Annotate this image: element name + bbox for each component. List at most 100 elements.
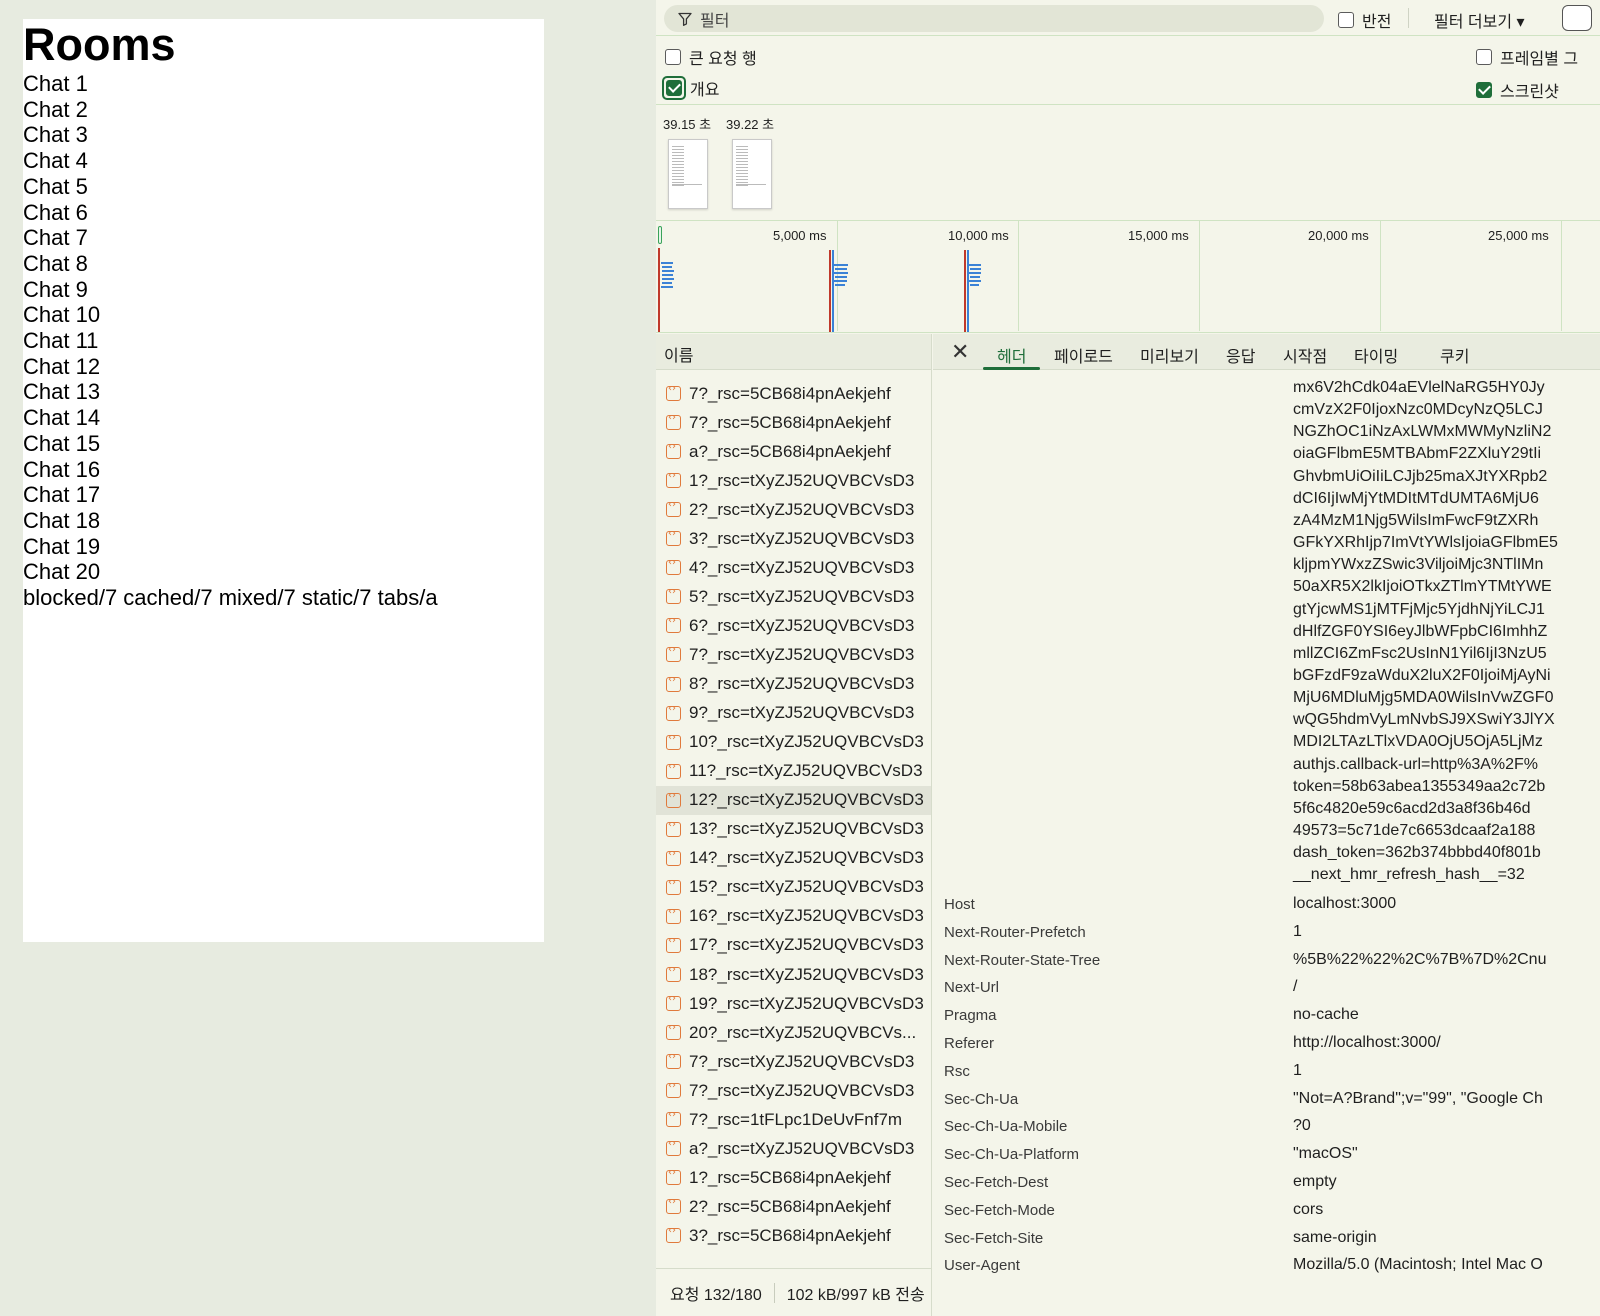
header-value: empty bbox=[1293, 1173, 1337, 1190]
request-row[interactable]: 2?_rsc=tXyZJ52UQVBCVsD3 bbox=[656, 495, 931, 524]
request-name: 1?_rsc=5CB68i4pnAekjehf bbox=[689, 1167, 891, 1187]
chat-link[interactable]: Chat 3 bbox=[23, 122, 544, 148]
chat-link[interactable]: Chat 19 bbox=[23, 534, 544, 560]
request-name: 9?_rsc=tXyZJ52UQVBCVsD3 bbox=[689, 703, 915, 723]
request-row[interactable]: 7?_rsc=5CB68i4pnAekjehf bbox=[656, 408, 931, 437]
request-row[interactable]: 7?_rsc=tXyZJ52UQVBCVsD3 bbox=[656, 1076, 931, 1105]
header-name: Next-Url bbox=[944, 979, 999, 997]
large-rows-checkbox[interactable] bbox=[665, 49, 681, 65]
chat-link[interactable]: Chat 4 bbox=[23, 148, 544, 174]
request-row[interactable]: 3?_rsc=5CB68i4pnAekjehf bbox=[656, 1221, 931, 1250]
request-name: 20?_rsc=tXyZJ52UQVBCVs... bbox=[689, 1022, 917, 1042]
chat-link[interactable]: Chat 12 bbox=[23, 354, 544, 380]
request-row[interactable]: 5?_rsc=tXyZJ52UQVBCVsD3 bbox=[656, 582, 931, 611]
chat-link[interactable]: Chat 16 bbox=[23, 457, 544, 483]
request-row[interactable]: 19?_rsc=tXyZJ52UQVBCVsD3 bbox=[656, 989, 931, 1018]
settings-toggle-button[interactable] bbox=[1562, 5, 1592, 31]
timeline-marker-red bbox=[829, 250, 831, 332]
chat-link[interactable]: Chat 5 bbox=[23, 174, 544, 200]
chat-link[interactable]: Chat 11 bbox=[23, 328, 544, 354]
tab-response[interactable]: 응답 bbox=[1226, 343, 1255, 367]
more-filters-dropdown[interactable]: 필터 더보기 ▾ bbox=[1434, 8, 1525, 32]
header-name: Sec-Ch-Ua bbox=[944, 1090, 1019, 1108]
request-row[interactable]: 8?_rsc=tXyZJ52UQVBCVsD3 bbox=[656, 670, 931, 699]
chat-link[interactable]: Chat 17 bbox=[23, 482, 544, 508]
fetch-request-icon bbox=[666, 528, 681, 547]
screenshot-thumbnail[interactable] bbox=[668, 139, 708, 209]
invert-checkbox[interactable] bbox=[1338, 12, 1354, 28]
request-row[interactable]: 10?_rsc=tXyZJ52UQVBCVsD3 bbox=[656, 728, 931, 757]
overview-checkbox[interactable] bbox=[666, 80, 682, 96]
request-row[interactable]: 6?_rsc=tXyZJ52UQVBCVsD3 bbox=[656, 611, 931, 640]
request-row[interactable]: 17?_rsc=tXyZJ52UQVBCVsD3 bbox=[656, 931, 931, 960]
request-row[interactable]: 3?_rsc=tXyZJ52UQVBCVsD3 bbox=[656, 524, 931, 553]
request-row[interactable]: 9?_rsc=tXyZJ52UQVBCVsD3 bbox=[656, 699, 931, 728]
request-row[interactable]: a?_rsc=tXyZJ52UQVBCVsD3 bbox=[656, 1134, 931, 1163]
timeline-range-handle[interactable] bbox=[658, 226, 662, 244]
request-name: 8?_rsc=tXyZJ52UQVBCVsD3 bbox=[689, 674, 915, 693]
chat-link[interactable]: Chat 13 bbox=[23, 379, 544, 405]
chat-link[interactable]: Chat 9 bbox=[23, 277, 544, 303]
overview-toggle[interactable]: 개요 bbox=[662, 76, 719, 100]
screenshot-thumbnail[interactable] bbox=[732, 139, 772, 209]
request-row[interactable]: 2?_rsc=5CB68i4pnAekjehf bbox=[656, 1192, 931, 1221]
chat-link[interactable]: Chat 18 bbox=[23, 508, 544, 534]
header-value: http://localhost:3000/ bbox=[1293, 1034, 1441, 1051]
timeline-bar bbox=[662, 274, 673, 276]
request-row[interactable]: 7?_rsc=5CB68i4pnAekjehf bbox=[656, 379, 931, 408]
cookie-value-line: wQG5hdmVyLmNvbSJ9XSwiY3JlYX bbox=[1293, 711, 1555, 729]
chat-link[interactable]: Chat 20 bbox=[23, 559, 544, 585]
header-name: Rsc bbox=[944, 1062, 970, 1080]
request-name: 3?_rsc=5CB68i4pnAekjehf bbox=[689, 1225, 891, 1245]
filter-input[interactable]: 필터 bbox=[664, 5, 1324, 32]
request-row[interactable]: 11?_rsc=tXyZJ52UQVBCVsD3 bbox=[656, 757, 931, 786]
divider bbox=[656, 220, 1600, 221]
request-row[interactable]: 7?_rsc=1tFLpc1DeUvFnf7m bbox=[656, 1105, 931, 1134]
screenshot-toggle[interactable]: 스크린샷 bbox=[1476, 78, 1559, 102]
request-row[interactable]: 7?_rsc=tXyZJ52UQVBCVsD3 bbox=[656, 640, 931, 669]
chat-link[interactable]: Chat 10 bbox=[23, 302, 544, 328]
tab-cookies[interactable]: 쿠키 bbox=[1440, 343, 1469, 367]
fetch-request-icon bbox=[666, 1225, 681, 1244]
request-row[interactable]: 18?_rsc=tXyZJ52UQVBCVsD3 bbox=[656, 960, 931, 989]
request-row[interactable]: 4?_rsc=tXyZJ52UQVBCVsD3 bbox=[656, 553, 931, 582]
tab-headers[interactable]: 헤더 bbox=[997, 343, 1026, 367]
request-row[interactable]: 13?_rsc=tXyZJ52UQVBCVsD3 bbox=[656, 815, 931, 844]
close-icon[interactable]: ✕ bbox=[951, 340, 969, 365]
timeline-bar bbox=[835, 276, 847, 278]
tab-initiator[interactable]: 시작점 bbox=[1283, 343, 1327, 367]
name-column-header[interactable]: 이름 bbox=[656, 334, 931, 370]
chat-link[interactable]: Chat 2 bbox=[23, 97, 544, 123]
fetch-request-icon bbox=[666, 441, 681, 460]
request-row[interactable]: 14?_rsc=tXyZJ52UQVBCVsD3 bbox=[656, 844, 931, 873]
tab-timing[interactable]: 타이밍 bbox=[1354, 343, 1398, 367]
frame-group-checkbox[interactable] bbox=[1476, 49, 1492, 65]
tab-payload[interactable]: 페이로드 bbox=[1054, 343, 1113, 367]
screenshot-checkbox[interactable] bbox=[1476, 82, 1492, 98]
large-rows-toggle[interactable]: 큰 요청 행 bbox=[665, 45, 757, 69]
cookie-value-line: __next_hmr_refresh_hash__=32 bbox=[1293, 866, 1525, 884]
request-row[interactable]: 16?_rsc=tXyZJ52UQVBCVsD3 bbox=[656, 902, 931, 931]
fetch-request-icon bbox=[666, 383, 681, 401]
request-row[interactable]: 20?_rsc=tXyZJ52UQVBCVs... bbox=[656, 1018, 931, 1047]
tab-preview[interactable]: 미리보기 bbox=[1140, 343, 1199, 367]
header-value: no-cache bbox=[1293, 1006, 1359, 1024]
request-row[interactable]: a?_rsc=5CB68i4pnAekjehf bbox=[656, 437, 931, 466]
request-name: 2?_rsc=tXyZJ52UQVBCVsD3 bbox=[689, 499, 915, 519]
footer-links[interactable]: blocked/7 cached/7 mixed/7 static/7 tabs… bbox=[23, 585, 544, 611]
chat-list: Chat 1 Chat 2 Chat 3 Chat 4 Chat 5 Chat 6 Chat… bbox=[23, 71, 544, 585]
invert-toggle[interactable]: 반전 bbox=[1338, 8, 1391, 32]
request-row[interactable]: 15?_rsc=tXyZJ52UQVBCVsD3 bbox=[656, 873, 931, 902]
chat-link[interactable]: Chat 6 bbox=[23, 200, 544, 226]
chat-link[interactable]: Chat 7 bbox=[23, 225, 544, 251]
request-row[interactable]: 7?_rsc=tXyZJ52UQVBCVsD3 bbox=[656, 1047, 931, 1076]
request-row[interactable]: 1?_rsc=5CB68i4pnAekjehf bbox=[656, 1163, 931, 1192]
request-row[interactable]: 12?_rsc=tXyZJ52UQVBCVsD3 bbox=[656, 785, 931, 815]
chat-link[interactable]: Chat 14 bbox=[23, 405, 544, 431]
chat-link[interactable]: Chat 15 bbox=[23, 431, 544, 457]
chat-link[interactable]: Chat 1 bbox=[23, 71, 544, 97]
request-name: 13?_rsc=tXyZJ52UQVBCVsD3 bbox=[689, 819, 924, 839]
frame-group-toggle[interactable]: 프레임별 그 bbox=[1476, 45, 1578, 69]
chat-link[interactable]: Chat 8 bbox=[23, 251, 544, 277]
request-row[interactable]: 1?_rsc=tXyZJ52UQVBCVsD3 bbox=[656, 466, 931, 495]
